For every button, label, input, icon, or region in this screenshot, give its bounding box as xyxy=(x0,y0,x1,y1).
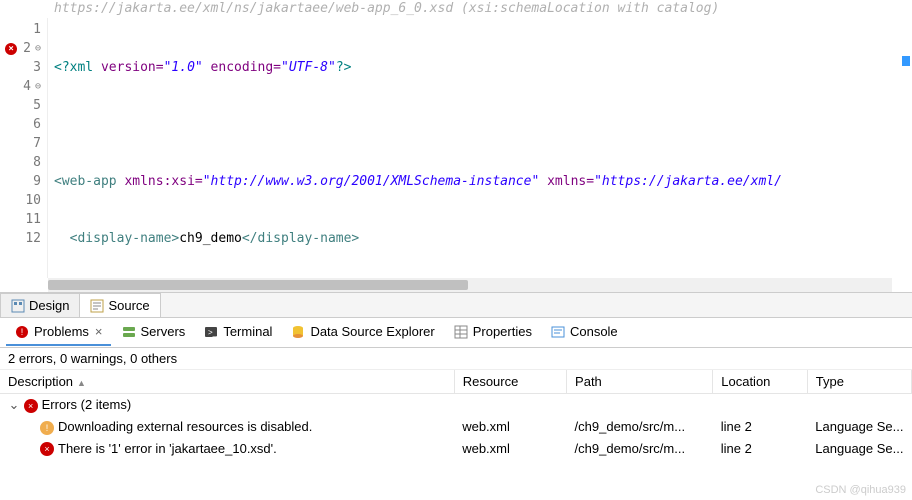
col-resource[interactable]: Resource xyxy=(454,370,566,394)
error-icon[interactable]: × xyxy=(5,43,17,55)
views-tabbar: ! Problems × Servers >_ Terminal Data So… xyxy=(0,318,912,348)
tab-label: Data Source Explorer xyxy=(310,324,434,339)
svg-text:>_: >_ xyxy=(208,328,218,337)
design-icon xyxy=(11,299,25,313)
problems-icon: ! xyxy=(14,324,30,340)
problem-row[interactable]: × There is '1' error in 'jakartaee_10.xsd… xyxy=(0,438,912,460)
problems-table: Description▲ Resource Path Location Type… xyxy=(0,370,912,459)
group-label: Errors (2 items) xyxy=(42,397,132,412)
fold-icon[interactable]: ⊖ xyxy=(35,77,41,96)
problem-type: Language Se... xyxy=(807,416,911,438)
line-gutter: 1 ×2⊖ 3 4⊖ 5 6 7 8 9 10 11 12 xyxy=(0,18,48,278)
tab-label: Servers xyxy=(141,324,186,339)
tab-label: Problems xyxy=(34,324,89,339)
terminal-icon: >_ xyxy=(203,324,219,340)
view-tab-problems[interactable]: ! Problems × xyxy=(6,320,111,346)
problem-row[interactable]: ! Downloading external resources is disab… xyxy=(0,416,912,438)
tab-label: Source xyxy=(108,298,149,313)
problem-path: /ch9_demo/src/m... xyxy=(567,416,713,438)
view-tab-servers[interactable]: Servers xyxy=(113,320,194,346)
properties-icon xyxy=(453,324,469,340)
error-icon: × xyxy=(40,442,54,456)
problem-type: Language Se... xyxy=(807,438,911,460)
problem-resource: web.xml xyxy=(454,416,566,438)
code-content[interactable]: <?xml version="1.0" encoding="UTF-8"?> <… xyxy=(48,18,912,278)
code-editor[interactable]: 1 ×2⊖ 3 4⊖ 5 6 7 8 9 10 11 12 <?xml vers… xyxy=(0,18,912,278)
close-icon[interactable]: × xyxy=(95,324,103,339)
fold-icon[interactable]: ⊖ xyxy=(35,39,41,58)
col-location[interactable]: Location xyxy=(713,370,808,394)
problem-description: Downloading external resources is disabl… xyxy=(58,419,312,434)
col-path[interactable]: Path xyxy=(567,370,713,394)
tab-label: Terminal xyxy=(223,324,272,339)
tab-label: Properties xyxy=(473,324,532,339)
view-tab-data-source-explorer[interactable]: Data Source Explorer xyxy=(282,320,442,346)
source-icon xyxy=(90,299,104,313)
problem-resource: web.xml xyxy=(454,438,566,460)
inline-hint: https://jakarta.ee/xml/ns/jakartaee/web-… xyxy=(0,0,912,18)
console-icon xyxy=(550,324,566,340)
tab-label: Design xyxy=(29,298,69,313)
col-description[interactable]: Description▲ xyxy=(0,370,454,394)
view-tab-properties[interactable]: Properties xyxy=(445,320,540,346)
table-header-row: Description▲ Resource Path Location Type xyxy=(0,370,912,394)
overview-ruler-mark[interactable] xyxy=(902,56,910,66)
tab-label: Console xyxy=(570,324,618,339)
problems-summary: 2 errors, 0 warnings, 0 others xyxy=(0,348,912,370)
tab-source[interactable]: Source xyxy=(79,293,160,317)
warning-icon: ! xyxy=(40,421,54,435)
watermark: CSDN @qihua939 xyxy=(815,484,906,496)
scrollbar-thumb[interactable] xyxy=(48,280,468,290)
view-tab-console[interactable]: Console xyxy=(542,320,626,346)
problem-path: /ch9_demo/src/m... xyxy=(567,438,713,460)
chevron-down-icon[interactable]: ⌄ xyxy=(8,397,20,413)
tab-design[interactable]: Design xyxy=(0,293,80,317)
editor-mode-tabs: Design Source xyxy=(0,292,912,318)
view-tab-terminal[interactable]: >_ Terminal xyxy=(195,320,280,346)
svg-text:!: ! xyxy=(21,327,24,337)
database-icon xyxy=(290,324,306,340)
problem-description: There is '1' error in 'jakartaee_10.xsd'… xyxy=(58,441,277,456)
sort-asc-icon: ▲ xyxy=(77,378,86,388)
problem-location: line 2 xyxy=(713,416,808,438)
col-type[interactable]: Type xyxy=(807,370,911,394)
servers-icon xyxy=(121,324,137,340)
errors-group-row[interactable]: ⌄ × Errors (2 items) xyxy=(0,394,912,417)
horizontal-scrollbar[interactable] xyxy=(48,278,892,292)
problem-location: line 2 xyxy=(713,438,808,460)
error-icon: × xyxy=(24,399,38,413)
